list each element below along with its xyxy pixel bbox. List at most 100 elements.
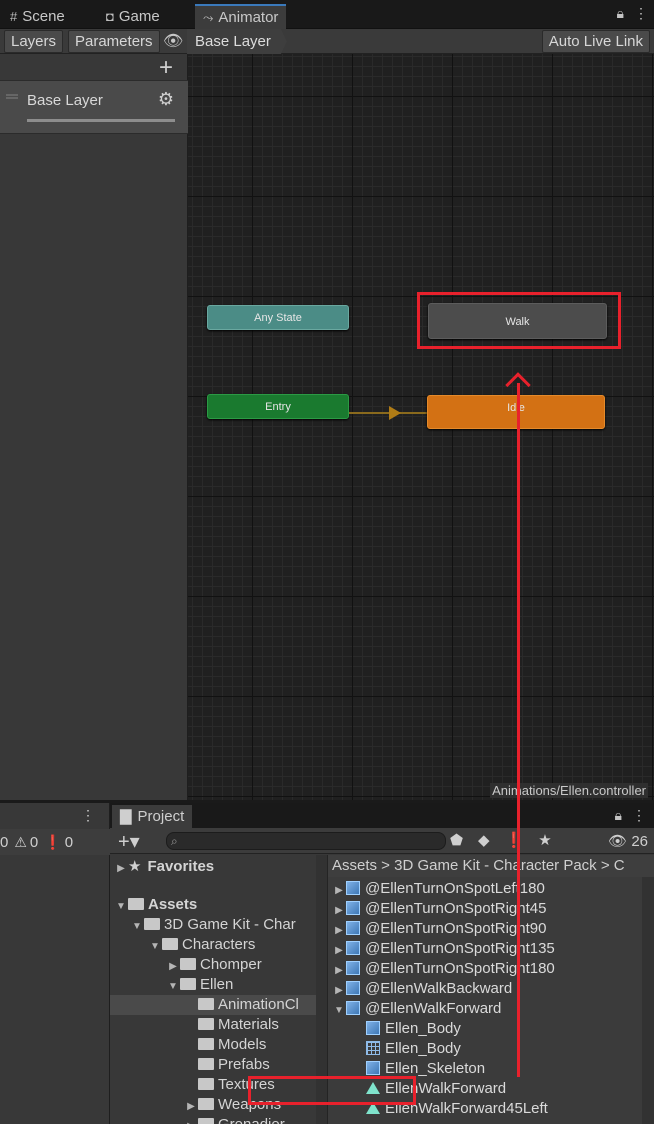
chevron-down-icon[interactable]: ▼	[114, 897, 128, 917]
asset-list-scrollbar[interactable]	[642, 877, 654, 1124]
tree-item[interactable]: ▶ ★ Favorites	[114, 857, 214, 877]
chevron-right-icon[interactable]: ▶	[114, 859, 128, 879]
default-transition[interactable]	[349, 412, 427, 414]
lock-icon[interactable]: 🔒︎	[615, 807, 622, 824]
filter-errors-icon[interactable]: ❗	[505, 831, 524, 849]
tree-item[interactable]: ▶ Grenadier	[184, 1115, 285, 1124]
chevron-right-icon[interactable]: ▶	[184, 1097, 198, 1117]
assets-breadcrumb[interactable]: Assets > 3D Game Kit - Character Pack > …	[328, 855, 654, 877]
chevron-right-icon[interactable]: ▶	[184, 1117, 198, 1124]
chevron-right-icon[interactable]: ▶	[332, 921, 346, 941]
asset-label: @EllenTurnOnSpotRight135	[365, 940, 555, 957]
folder-icon	[198, 1018, 214, 1030]
model-icon	[346, 921, 360, 935]
asset-item[interactable]: ▶ @EllenTurnOnSpotRight180	[332, 959, 555, 979]
gamepad-icon: ◘	[106, 9, 114, 24]
filter-by-label-icon[interactable]: ◆	[478, 831, 490, 849]
chevron-down-icon[interactable]: ▼	[130, 917, 144, 937]
tree-item[interactable]: Prefabs	[198, 1055, 270, 1075]
create-asset-button[interactable]: +▾	[118, 829, 140, 854]
folder-icon	[144, 918, 160, 930]
error-count[interactable]: ❗ 0	[44, 834, 73, 851]
asset-item[interactable]: ▶ @EllenTurnOnSpotRight135	[332, 939, 555, 959]
log-count-value: 0	[0, 833, 9, 851]
chevron-right-icon[interactable]: ▶	[332, 961, 346, 981]
filter-by-type-icon[interactable]: ⬟	[450, 831, 463, 849]
chevron-down-icon[interactable]: ▼	[148, 937, 162, 957]
chevron-right-icon[interactable]: ▶	[166, 957, 180, 977]
chevron-down-icon[interactable]: ▼	[166, 977, 180, 997]
project-tab-bar: ▇ Project 🔒︎ ⋮	[110, 803, 654, 828]
search-input[interactable]: ⌕	[166, 832, 446, 850]
eye-icon: 👁︎	[608, 833, 628, 850]
asset-label: @EllenWalkForward	[365, 1000, 502, 1017]
tree-item-selected[interactable]: AnimationCl	[110, 995, 327, 1015]
folder-icon	[198, 1078, 214, 1090]
tree-item[interactable]: ▼ Ellen	[166, 975, 233, 995]
layer-weight-slider[interactable]	[27, 119, 175, 122]
favorites-icon[interactable]: ★	[538, 831, 551, 849]
more-menu-icon[interactable]: ⋮	[632, 807, 646, 824]
more-menu-icon[interactable]: ⋮	[634, 5, 648, 22]
state-machine-graph[interactable]: Any State Walk Entry Idle Animations/Ell…	[188, 54, 654, 800]
hidden-packages-count[interactable]: 👁︎ 26	[608, 832, 648, 850]
folder-icon	[128, 898, 144, 910]
warning-count[interactable]: ⚠ 0	[14, 834, 38, 851]
drag-annotation-line	[517, 383, 520, 1077]
parameters-button[interactable]: Parameters	[68, 30, 160, 53]
more-menu-icon[interactable]: ⋮	[81, 807, 95, 824]
chevron-right-icon[interactable]: ▶	[332, 941, 346, 961]
walk-highlight-box	[417, 292, 621, 349]
tree-item-label: Materials	[218, 1016, 279, 1033]
lock-icon[interactable]: 🔒︎	[617, 5, 624, 22]
tab-game-label: Game	[118, 8, 160, 25]
project-toolbar: +▾ ⌕ ⬟ ◆ ❗ ★ 👁︎ 26	[110, 828, 654, 854]
log-count[interactable]: 0	[0, 834, 8, 851]
asset-item[interactable]: Ellen_Body	[366, 1019, 461, 1039]
layers-button[interactable]: Layers	[4, 30, 64, 53]
folder-icon	[198, 1058, 214, 1070]
state-any-state[interactable]: Any State	[207, 305, 349, 330]
folder-icon	[198, 998, 214, 1010]
tab-game[interactable]: ◘ Game	[106, 4, 160, 29]
folder-icon	[198, 1098, 214, 1110]
folder-icon	[198, 1038, 214, 1050]
asset-item[interactable]: Ellen_Body	[366, 1039, 461, 1059]
tree-item[interactable]: ▼ Assets	[114, 895, 197, 915]
auto-live-link-button[interactable]: Auto Live Link	[541, 30, 650, 53]
eye-icon[interactable]: 👁︎	[163, 31, 183, 51]
asset-item[interactable]: ▶ @EllenTurnOnSpotRight45	[332, 899, 546, 919]
chevron-right-icon[interactable]: ▶	[332, 981, 346, 1001]
tab-project[interactable]: ▇ Project	[112, 805, 193, 828]
tree-item[interactable]: ▼ 3D Game Kit - Char	[130, 915, 296, 935]
tree-item[interactable]: ▼ Characters	[148, 935, 255, 955]
drag-handle-icon[interactable]	[6, 94, 18, 96]
chevron-right-icon[interactable]: ▶	[332, 901, 346, 921]
add-layer-button[interactable]: +	[159, 56, 173, 80]
tree-item[interactable]: Materials	[198, 1015, 279, 1035]
gear-icon[interactable]: ⚙	[158, 89, 174, 110]
tree-item[interactable]: ▶ Chomper	[166, 955, 262, 975]
warning-count-value: 0	[29, 833, 39, 851]
asset-item[interactable]: ▶ @EllenTurnOnSpotLeft180	[332, 879, 545, 899]
state-entry[interactable]: Entry	[207, 394, 349, 419]
hidden-count-value: 26	[631, 833, 648, 850]
asset-item[interactable]: ▶ @EllenTurnOnSpotRight90	[332, 919, 546, 939]
chevron-right-icon[interactable]: ▶	[332, 881, 346, 901]
state-idle[interactable]: Idle	[427, 395, 605, 429]
tree-item-label: AnimationCl	[218, 996, 299, 1013]
layer-item[interactable]: Base Layer ⚙	[0, 80, 188, 134]
tree-item-label: Ellen	[200, 976, 234, 993]
tree-item-label: Characters	[182, 936, 256, 953]
breadcrumb[interactable]: Base Layer	[187, 29, 287, 54]
tab-animator[interactable]: ⤳ Animator	[195, 4, 287, 29]
asset-item[interactable]: ▶ @EllenWalkBackward	[332, 979, 512, 999]
chevron-down-icon[interactable]: ▼	[332, 1001, 346, 1021]
asset-label: Ellen_Skeleton	[385, 1060, 486, 1077]
tree-item-label: Assets	[148, 896, 198, 913]
transition-arrow-icon	[389, 406, 401, 420]
model-icon	[346, 901, 360, 915]
tree-item[interactable]: Models	[198, 1035, 266, 1055]
tab-scene[interactable]: # Scene	[10, 4, 65, 29]
asset-item[interactable]: ▼ @EllenWalkForward	[332, 999, 501, 1019]
